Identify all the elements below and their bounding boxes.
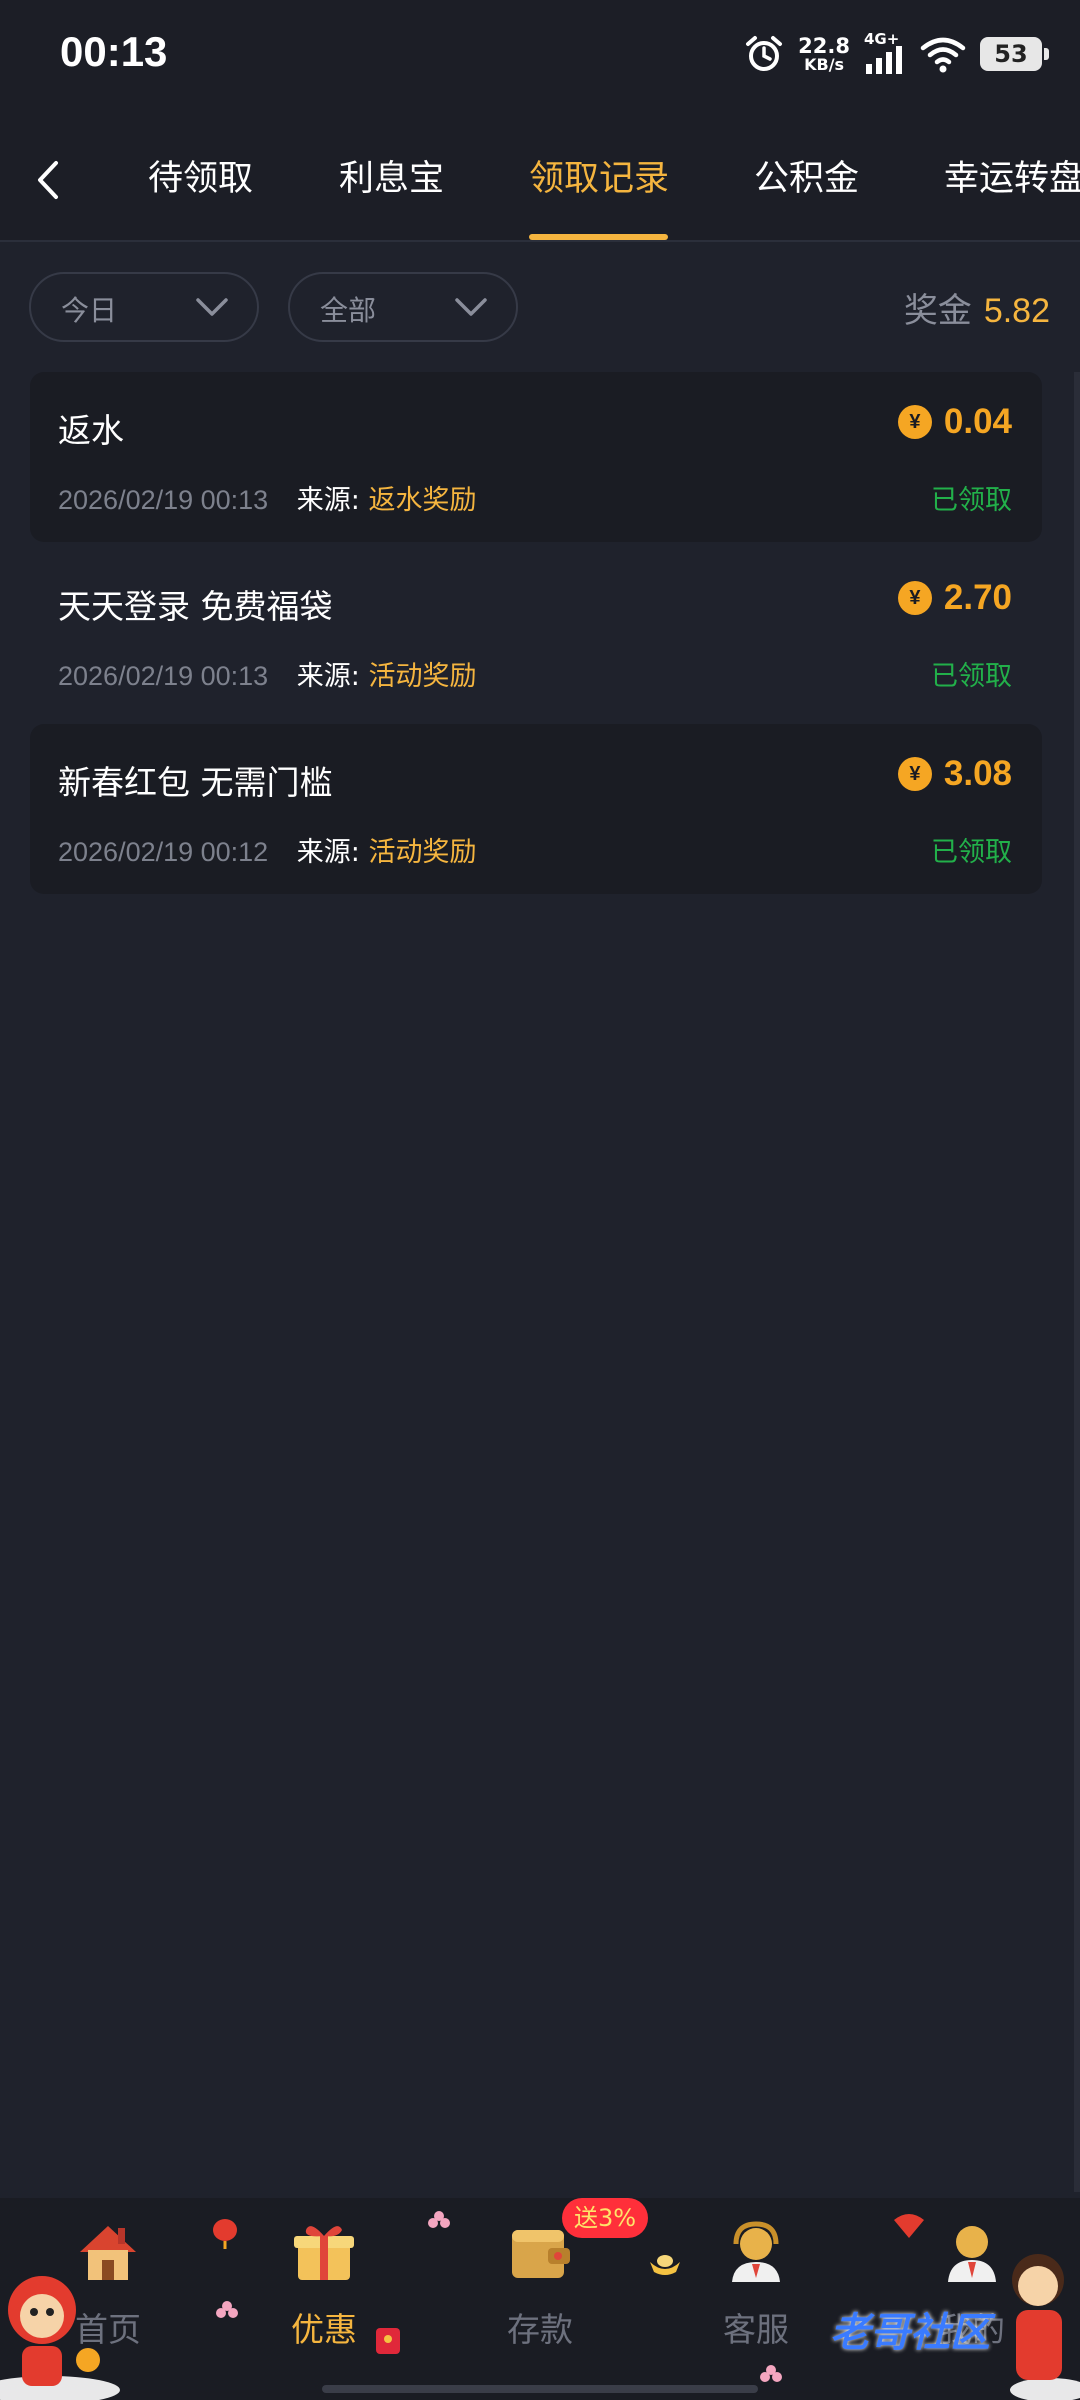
coin-icon: ¥ — [897, 405, 932, 439]
record-date: 2026/02/19 00:13 — [58, 661, 269, 691]
battery-indicator: 53 — [980, 37, 1049, 71]
record-meta: 2026/02/19 00:12 来源: 活动奖励 — [58, 830, 477, 869]
active-tab-indicator — [529, 234, 668, 240]
type-filter-dropdown[interactable]: 全部 — [288, 272, 518, 342]
record-source-label: 来源: — [296, 661, 360, 692]
record-card[interactable]: 新春红包 无需门槛 ¥ 3.08 2026/02/19 00:12 来源: 活动… — [30, 724, 1042, 894]
record-amount: ¥ 3.08 — [897, 754, 1012, 794]
tab-claim-records[interactable]: 领取记录 — [529, 150, 669, 201]
cellular-signal: 4G+ — [864, 30, 906, 76]
tab-lucky-wheel[interactable]: 幸运转盘 — [944, 150, 1080, 201]
record-amount: ¥ 0.04 — [897, 402, 1012, 442]
home-indicator — [322, 2385, 758, 2393]
wifi-icon — [920, 37, 966, 73]
record-meta: 2026/02/19 00:13 来源: 返水奖励 — [58, 478, 477, 517]
record-source: 返水奖励 — [368, 485, 477, 516]
network-speed-unit: KB/s — [804, 54, 845, 74]
coin-icon: ¥ — [897, 581, 932, 615]
blossom-icon — [760, 2365, 782, 2382]
blossom-icon — [216, 2301, 238, 2318]
nav-label: 客服 — [723, 2310, 789, 2349]
network-speed: 22.8 KB/s — [798, 33, 850, 74]
record-title: 天天登录 免费福袋 — [58, 587, 333, 626]
record-status: 已领取 — [931, 837, 1012, 868]
date-filter-dropdown[interactable]: 今日 — [29, 272, 259, 342]
gift-icon — [294, 2226, 354, 2280]
fan-icon — [894, 2214, 924, 2238]
record-amount-value: 0.04 — [943, 402, 1012, 441]
record-status: 已领取 — [931, 661, 1012, 692]
coin-icon: ¥ — [897, 757, 932, 791]
record-source-label: 来源: — [296, 485, 360, 516]
lion-mascot-icon — [0, 2276, 120, 2400]
record-status: 已领取 — [931, 485, 1012, 516]
gold-ingot-icon — [650, 2255, 680, 2275]
back-arrow-icon[interactable] — [24, 155, 74, 205]
nav-promotions[interactable]: 优惠 — [249, 2198, 399, 2398]
record-card[interactable]: 天天登录 免费福袋 ¥ 2.70 2026/02/19 00:13 来源: 活动… — [30, 548, 1042, 718]
record-meta: 2026/02/19 00:13 来源: 活动奖励 — [58, 654, 477, 693]
record-title: 返水 — [58, 411, 124, 450]
signal-bars-icon — [866, 46, 902, 74]
bonus-total: 奖金 5.82 — [904, 283, 1050, 332]
record-source: 活动奖励 — [368, 837, 477, 868]
record-source: 活动奖励 — [368, 661, 477, 692]
deposit-bonus-badge: 送3% — [562, 2198, 649, 2238]
blossom-icon — [428, 2211, 450, 2228]
red-envelope-icon — [376, 2328, 400, 2354]
record-date: 2026/02/19 00:12 — [58, 837, 269, 867]
chevron-down-icon — [196, 298, 228, 316]
status-bar: 00:13 22.8 KB/s 4G+ 53 — [0, 0, 1080, 110]
status-time: 00:13 — [60, 28, 168, 75]
record-card[interactable]: 返水 ¥ 0.04 2026/02/19 00:13 来源: 返水奖励 已领取 — [30, 372, 1042, 542]
nav-support[interactable]: 客服 — [681, 2198, 831, 2398]
type-filter-label: 全部 — [320, 294, 377, 327]
bonus-label: 奖金 — [903, 291, 972, 331]
record-date: 2026/02/19 00:13 — [58, 485, 269, 515]
lantern-icon — [213, 2219, 237, 2249]
record-title: 新春红包 无需门槛 — [58, 763, 333, 802]
support-agent-icon — [732, 2221, 780, 2282]
record-amount-value: 2.70 — [943, 578, 1012, 617]
tab-pending[interactable]: 待领取 — [148, 150, 253, 201]
alarm-clock-icon — [746, 36, 783, 71]
nav-label: 存款 — [507, 2310, 573, 2349]
tab-interest[interactable]: 利息宝 — [339, 150, 444, 201]
watermark-logo: 老哥社区 — [830, 2310, 990, 2356]
network-speed-value: 22.8 — [798, 33, 850, 58]
chevron-down-icon — [455, 298, 487, 316]
scrollbar-track[interactable] — [1074, 372, 1080, 2192]
record-amount-value: 3.08 — [943, 754, 1012, 793]
bonus-amount: 5.82 — [983, 292, 1050, 330]
record-source-label: 来源: — [296, 837, 360, 868]
tab-bar: 待领取 利息宝 领取记录 公积金 幸运转盘 — [0, 110, 1080, 242]
date-filter-label: 今日 — [61, 294, 118, 327]
tab-provident-fund[interactable]: 公积金 — [754, 150, 859, 201]
record-amount: ¥ 2.70 — [897, 578, 1012, 618]
status-icons: 22.8 KB/s 4G+ 53 — [744, 28, 1049, 80]
